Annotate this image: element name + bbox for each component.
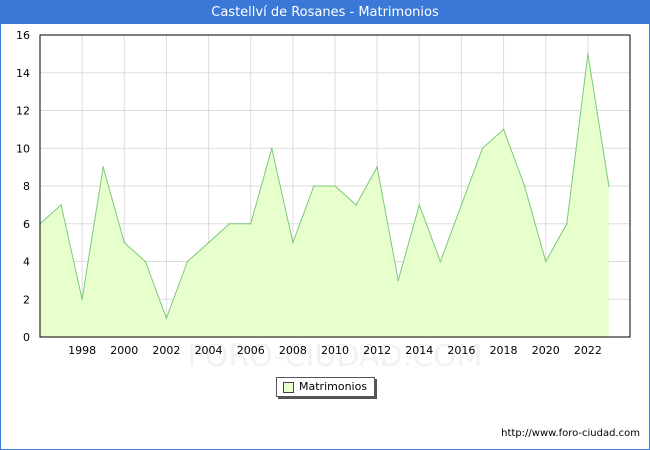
x-tick-label: 2014 (405, 344, 433, 357)
x-tick-label: 2006 (237, 344, 265, 357)
x-tick-label: 2002 (152, 344, 180, 357)
legend-label: Matrimonios (299, 380, 368, 393)
y-tick-label: 16 (16, 29, 30, 42)
y-tick-label: 10 (16, 142, 30, 155)
data-point (102, 166, 104, 168)
data-point (355, 204, 357, 206)
x-tick-label: 2004 (195, 344, 223, 357)
legend-swatch (283, 382, 294, 393)
data-point (60, 204, 62, 206)
data-point (186, 260, 189, 263)
data-point (608, 185, 610, 187)
y-tick-label: 12 (16, 105, 30, 118)
data-point (439, 260, 442, 263)
y-tick-label: 2 (23, 293, 30, 306)
data-point (587, 53, 589, 55)
data-point (481, 147, 484, 150)
data-point (144, 260, 147, 263)
data-point (292, 241, 294, 244)
data-point (544, 260, 547, 263)
x-tick-label: 2016 (447, 344, 475, 357)
data-point (376, 166, 378, 168)
area-fill (40, 53, 609, 338)
data-point (271, 147, 273, 150)
y-tick-label: 14 (16, 67, 30, 80)
x-tick-label: 2022 (574, 344, 602, 357)
data-point (123, 241, 126, 244)
data-point (313, 185, 315, 187)
x-tick-label: 2000 (110, 344, 138, 357)
y-tick-label: 8 (23, 180, 30, 193)
data-point (418, 204, 421, 206)
y-tick-label: 4 (23, 256, 30, 269)
y-tick-label: 6 (23, 218, 30, 231)
data-point (228, 223, 231, 225)
x-tick-label: 2020 (532, 344, 560, 357)
x-tick-label: 2008 (279, 344, 307, 357)
data-point (165, 317, 168, 319)
source-link[interactable]: http://www.foro-ciudad.com (501, 428, 640, 439)
data-point (249, 223, 252, 225)
legend: Matrimonios (276, 377, 375, 397)
data-point (334, 185, 336, 187)
data-point (397, 279, 400, 282)
data-point (81, 298, 83, 301)
x-tick-label: 2010 (321, 344, 349, 357)
data-point (460, 204, 463, 206)
x-tick-label: 2018 (490, 344, 518, 357)
x-tick-label: 2012 (363, 344, 391, 357)
data-point (207, 241, 210, 244)
data-point (566, 223, 568, 225)
data-point (502, 128, 505, 131)
x-tick-label: 1998 (68, 344, 96, 357)
data-point (523, 185, 526, 187)
y-tick-label: 0 (23, 331, 30, 344)
